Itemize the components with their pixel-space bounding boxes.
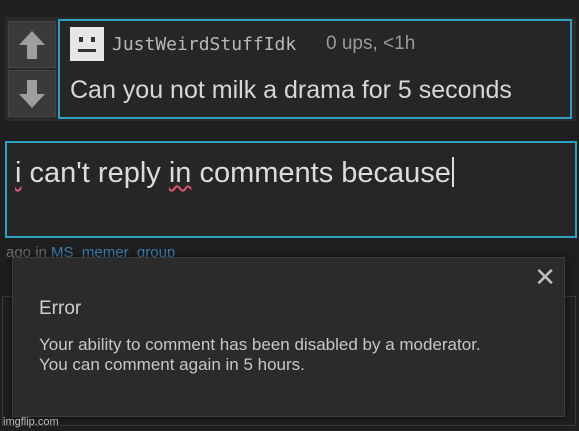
upvote-button[interactable] xyxy=(8,21,56,68)
reply-input[interactable]: i can't reply in comments because xyxy=(5,141,577,238)
comment-body: JustWeirdStuffIdk 0 ups, <1h Can you not… xyxy=(58,19,572,119)
dialog-message: Your ability to comment has been disable… xyxy=(39,335,481,374)
reply-input-text: i can't reply in comments because xyxy=(15,157,454,190)
comment-card: JustWeirdStuffIdk 0 ups, <1h Can you not… xyxy=(5,17,576,121)
avatar[interactable] xyxy=(70,27,104,61)
dialog-title: Error xyxy=(39,298,82,319)
comment-text: Can you not milk a drama for 5 seconds xyxy=(70,76,512,104)
downvote-button[interactable] xyxy=(8,70,56,117)
text-caret xyxy=(451,157,454,187)
misspelled-word: in xyxy=(168,157,192,189)
vote-controls xyxy=(8,21,56,117)
reply-text-part: can't reply xyxy=(21,157,169,189)
reply-text-part: comments because xyxy=(191,157,451,189)
comment-username[interactable]: JustWeirdStuffIdk xyxy=(112,34,296,55)
close-icon[interactable]: ✕ xyxy=(534,262,556,292)
arrow-down-icon xyxy=(19,79,45,108)
watermark: imgflip.com xyxy=(3,416,59,428)
page: JustWeirdStuffIdk 0 ups, <1h Can you not… xyxy=(0,0,579,431)
arrow-up-icon xyxy=(19,30,45,59)
error-dialog: ✕ Error Your ability to comment has been… xyxy=(12,257,565,417)
comment-meta: 0 ups, <1h xyxy=(326,33,416,54)
blocky-face-avatar xyxy=(70,27,104,61)
